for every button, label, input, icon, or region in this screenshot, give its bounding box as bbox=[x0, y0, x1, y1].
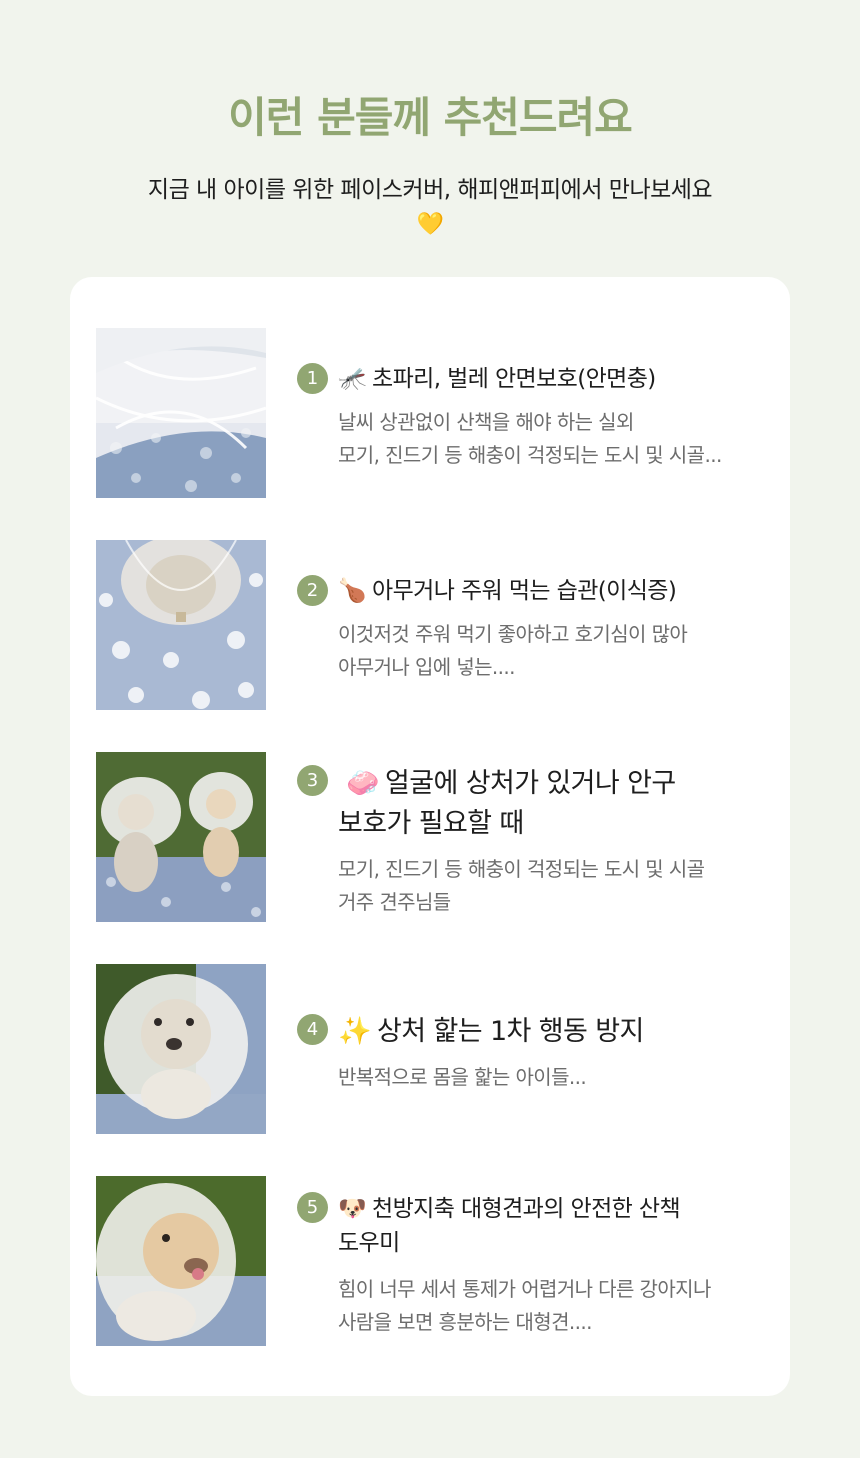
item-3-image bbox=[96, 752, 266, 922]
item-3-title-line-1-row: 🧼 얼굴에 상처가 있거나 안구 bbox=[338, 764, 758, 804]
item-1-image bbox=[96, 328, 266, 498]
soap-icon: 🧼 bbox=[346, 768, 380, 799]
item-5-title-line-1-row: 🐶 천방지축 대형견과의 안전한 산책 bbox=[338, 1192, 758, 1226]
recommendation-item-4: 4 ✨ 상처 핥는 1차 행동 방지 반복적으로 몸을 핥는 아이들... bbox=[96, 964, 766, 1134]
item-5-number-badge: 5 bbox=[297, 1192, 328, 1223]
item-5-title-line-2: 도우미 bbox=[338, 1230, 400, 1256]
item-2-image bbox=[96, 540, 266, 710]
item-5-title-line-1: 천방지축 대형견과의 안전한 산책 bbox=[372, 1196, 681, 1222]
item-5-desc-line-1: 힘이 너무 세서 통제가 어렵거나 다른 강아지나 bbox=[338, 1277, 711, 1301]
recommendation-card: 1 🦟 초파리, 벌레 안면보호(안면충) 날씨 상관없이 산책을 해야 하는 실… bbox=[70, 277, 790, 1396]
dog-face-icon: 🐶 bbox=[338, 1196, 367, 1222]
subheading: 지금 내 아이를 위한 페이스커버, 해피앤퍼피에서 만나보세요 💛 bbox=[0, 172, 860, 240]
item-2-desc-line-2: 아무거나 입에 넣는.... bbox=[338, 655, 516, 679]
item-1-desc-line-1: 날씨 상관없이 산책을 해야 하는 실외 bbox=[338, 410, 634, 434]
item-3-title-line-2: 보호가 필요할 때 bbox=[338, 808, 524, 839]
item-3-desc-line-2: 거주 견주님들 bbox=[338, 890, 451, 914]
page-headline: 이런 분들께 추천드려요 bbox=[228, 93, 633, 142]
item-2-title: 🍗 아무거나 주워 먹는 습관(이식증) bbox=[338, 572, 758, 610]
item-3-desc-line-1: 모기, 진드기 등 해충이 걱정되는 도시 및 시골 bbox=[338, 857, 705, 881]
item-3-title: 🧼 얼굴에 상처가 있거나 안구 보호가 필요할 때 bbox=[338, 764, 758, 844]
item-4-image bbox=[96, 964, 266, 1134]
item-4-number-badge: 4 bbox=[297, 1014, 328, 1045]
chicken-leg-icon: 🍗 bbox=[338, 578, 367, 604]
item-5-title: 🐶 천방지축 대형견과의 안전한 산책 도우미 bbox=[338, 1192, 758, 1260]
sparkles-icon: ✨ bbox=[338, 1016, 372, 1047]
item-1-title: 🦟 초파리, 벌레 안면보호(안면충) bbox=[338, 360, 758, 398]
item-5-desc-line-2: 사람을 보면 흥분하는 대형견.... bbox=[338, 1310, 593, 1334]
item-2-desc-line-1: 이것저것 주워 먹기 좋아하고 호기심이 많아 bbox=[338, 622, 688, 646]
item-1-description: 날씨 상관없이 산책을 해야 하는 실외 모기, 진드기 등 해충이 걱정되는 … bbox=[338, 406, 758, 472]
item-3-title-line-1: 얼굴에 상처가 있거나 안구 bbox=[385, 768, 676, 799]
item-4-description: 반복적으로 몸을 핥는 아이들... bbox=[338, 1061, 758, 1094]
item-2-description: 이것저것 주워 먹기 좋아하고 호기심이 많아 아무거나 입에 넣는.... bbox=[338, 618, 758, 684]
subheading-text: 지금 내 아이를 위한 페이스커버, 해피앤퍼피에서 만나보세요 bbox=[147, 177, 713, 203]
recommendation-item-2: 2 🍗 아무거나 주워 먹는 습관(이식증) 이것저것 주워 먹기 좋아하고 호기… bbox=[96, 540, 766, 710]
mosquito-icon: 🦟 bbox=[338, 366, 367, 392]
item-1-desc-line-2: 모기, 진드기 등 해충이 걱정되는 도시 및 시골... bbox=[338, 443, 722, 467]
item-3-description: 모기, 진드기 등 해충이 걱정되는 도시 및 시골 거주 견주님들 bbox=[338, 853, 758, 919]
item-4-title: ✨ 상처 핥는 1차 행동 방지 bbox=[338, 1012, 758, 1052]
item-1-title-text: 초파리, 벌레 안면보호(안면충) bbox=[372, 366, 656, 392]
yellow-heart-icon: 💛 bbox=[416, 212, 444, 237]
recommendation-item-3: 3 🧼 얼굴에 상처가 있거나 안구 보호가 필요할 때 모기, 진드기 등 해충… bbox=[96, 752, 766, 922]
item-1-number-badge: 1 bbox=[297, 363, 328, 394]
recommendation-item-5: 5 🐶 천방지축 대형견과의 안전한 산책 도우미 힘이 너무 세서 통제가 어렵… bbox=[96, 1176, 766, 1346]
item-5-image bbox=[96, 1176, 266, 1346]
item-4-desc-line-1: 반복적으로 몸을 핥는 아이들... bbox=[338, 1065, 587, 1089]
item-2-number-badge: 2 bbox=[297, 575, 328, 606]
item-4-title-text: 상처 핥는 1차 행동 방지 bbox=[377, 1016, 644, 1047]
item-3-number-badge: 3 bbox=[297, 765, 328, 796]
item-2-title-text: 아무거나 주워 먹는 습관(이식증) bbox=[372, 578, 677, 604]
recommendation-item-1: 1 🦟 초파리, 벌레 안면보호(안면충) 날씨 상관없이 산책을 해야 하는 실… bbox=[96, 328, 766, 498]
item-5-description: 힘이 너무 세서 통제가 어렵거나 다른 강아지나 사람을 보면 흥분하는 대형… bbox=[338, 1273, 758, 1339]
